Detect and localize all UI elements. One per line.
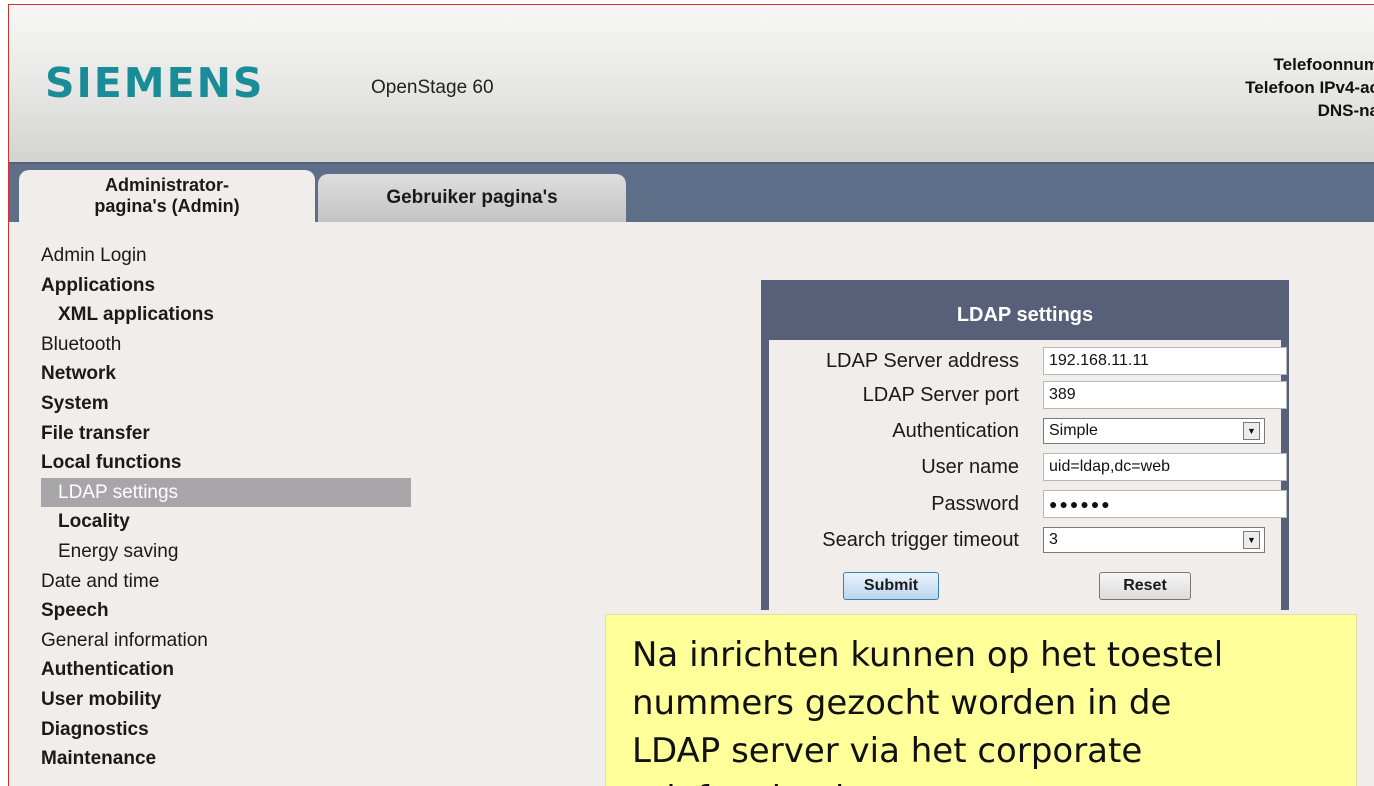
- nav-ldap-settings[interactable]: LDAP settings: [41, 477, 411, 508]
- server-address-input[interactable]: 192.168.11.11: [1043, 347, 1287, 375]
- chevron-down-icon[interactable]: ▼: [1243, 531, 1260, 549]
- search-timeout-select[interactable]: 3 ▼: [1043, 527, 1265, 553]
- tab-admin-label: Administrator- pagina's (Admin): [94, 175, 240, 216]
- label-authentication: Authentication: [892, 420, 1019, 442]
- row-search-timeout: Search trigger timeout 3 ▼: [769, 526, 1281, 556]
- user-name-input[interactable]: uid=ldap,dc=web: [1043, 453, 1287, 481]
- row-password: Password ●●●●●●: [769, 490, 1287, 520]
- info-line-phone-number: Telefoonnum: [1273, 55, 1374, 74]
- label-password: Password: [931, 493, 1019, 515]
- info-line-ipv4: Telefoon IPv4-ac: [1245, 78, 1374, 97]
- siemens-logo: SIEMENS: [45, 59, 265, 107]
- nav-file-transfer[interactable]: File transfer: [41, 419, 411, 449]
- nav-authentication[interactable]: Authentication: [41, 655, 411, 685]
- callout-line: nummers gezocht worden in de: [632, 683, 1172, 723]
- submit-button[interactable]: Submit: [843, 572, 939, 600]
- nav-applications[interactable]: Applications: [41, 271, 411, 301]
- nav-admin-login[interactable]: Admin Login: [41, 241, 411, 271]
- label-server-port: LDAP Server port: [862, 384, 1019, 406]
- reset-button[interactable]: Reset: [1099, 572, 1191, 600]
- nav-diagnostics[interactable]: Diagnostics: [41, 715, 411, 745]
- nav-system[interactable]: System: [41, 389, 411, 419]
- nav-date-and-time[interactable]: Date and time: [41, 567, 411, 597]
- ldap-panel-title: LDAP settings: [956, 304, 1094, 326]
- nav-energy-saving[interactable]: Energy saving: [41, 537, 411, 567]
- nav-bluetooth[interactable]: Bluetooth: [41, 330, 411, 360]
- phone-info: Telefoonnum Telefoon IPv4-ac DNS-na: [1245, 53, 1374, 122]
- info-line-dns: DNS-na: [1317, 101, 1374, 120]
- nav-local-functions[interactable]: Local functions: [41, 448, 411, 478]
- nav-user-mobility[interactable]: User mobility: [41, 685, 411, 715]
- sidebar-nav: Admin Login Applications XML application…: [41, 241, 411, 774]
- ldap-form: LDAP Server address 192.168.11.11 LDAP S…: [769, 340, 1287, 610]
- row-server-address: LDAP Server address 192.168.11.11: [769, 347, 1287, 377]
- server-port-input[interactable]: 389: [1043, 381, 1287, 409]
- header: SIEMENS OpenStage 60 Telefoonnum Telefoo…: [9, 5, 1374, 164]
- app-frame: SIEMENS OpenStage 60 Telefoonnum Telefoo…: [8, 4, 1374, 786]
- authentication-select[interactable]: Simple ▼: [1043, 418, 1265, 444]
- nav-speech[interactable]: Speech: [41, 596, 411, 626]
- nav-network[interactable]: Network: [41, 359, 411, 389]
- callout-line: telefoonboek: [632, 775, 1356, 786]
- nav-maintenance[interactable]: Maintenance: [41, 744, 411, 774]
- callout-line: LDAP server via het corporate: [632, 731, 1143, 771]
- nav-xml-applications[interactable]: XML applications: [41, 300, 411, 330]
- search-timeout-value: 3: [1049, 531, 1058, 548]
- nav-general-information[interactable]: General information: [41, 626, 411, 656]
- row-authentication: Authentication Simple ▼: [769, 417, 1281, 447]
- label-server-address: LDAP Server address: [825, 350, 1019, 372]
- chevron-down-icon[interactable]: ▼: [1243, 422, 1260, 440]
- row-server-port: LDAP Server port 389: [769, 381, 1287, 411]
- nav-locality[interactable]: Locality: [41, 507, 411, 537]
- tab-bar: Administrator- pagina's (Admin) Gebruike…: [9, 164, 1374, 222]
- label-user-name: User name: [921, 456, 1019, 478]
- tab-user-label: Gebruiker pagina's: [386, 187, 558, 208]
- label-search-timeout: Search trigger timeout: [822, 529, 1019, 551]
- row-user-name: User name uid=ldap,dc=web: [769, 453, 1287, 483]
- authentication-value: Simple: [1049, 422, 1098, 439]
- callout-note: Na inrichten kunnen op het toestel numme…: [605, 614, 1357, 786]
- tab-admin-pages[interactable]: Administrator- pagina's (Admin): [19, 170, 315, 222]
- phone-model: OpenStage 60: [371, 77, 494, 98]
- password-input[interactable]: ●●●●●●: [1043, 490, 1287, 518]
- tab-user-pages[interactable]: Gebruiker pagina's: [318, 174, 626, 222]
- callout-line: Na inrichten kunnen op het toestel: [632, 635, 1224, 675]
- ldap-settings-panel: LDAP settings LDAP Server address 192.16…: [761, 280, 1289, 610]
